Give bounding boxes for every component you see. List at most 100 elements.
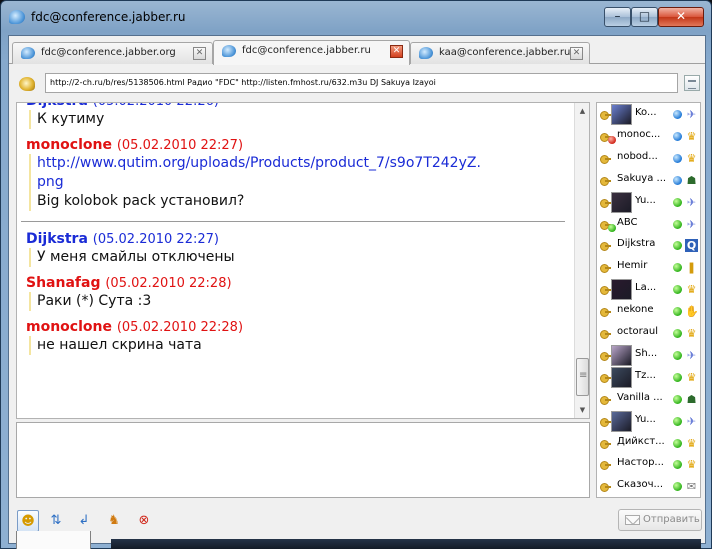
author-nick[interactable]: Dijkstra <box>26 103 88 109</box>
contact-item[interactable]: Sh... ✈ <box>597 344 700 368</box>
chat-bubble-icon <box>419 47 433 59</box>
role-key-icon <box>600 461 611 471</box>
contact-item[interactable]: Настор... ♛ <box>597 453 700 477</box>
chat-message: Dijkstra (05.02.2010 22:27) У меня смайлы… <box>17 231 573 267</box>
scroll-up-icon[interactable]: ▲ <box>575 103 589 119</box>
minimize-button[interactable]: – <box>604 7 631 27</box>
message-header: Shanafag (05.02.2010 22:28) <box>26 275 573 292</box>
contact-item[interactable]: ABC ✈ <box>597 213 700 237</box>
client-crown-icon: ♛ <box>686 129 697 143</box>
tab-bar: fdc@conference.jabber.org ✕ fdc@conferen… <box>9 40 705 65</box>
role-key-icon <box>600 198 611 208</box>
message-line: http://www.qutim.org/uploads/Products/pr… <box>29 154 573 173</box>
client-q-icon: Q <box>685 239 698 253</box>
client-area: fdc@conference.jabber.org ✕ fdc@conferen… <box>8 35 706 544</box>
contact-item[interactable]: Yu... ✈ <box>597 191 700 215</box>
status-green-icon <box>673 329 682 338</box>
message-header: Dijkstra (05.02.2010 22:26) <box>26 103 573 110</box>
author-nick[interactable]: Dijkstra <box>26 231 88 247</box>
message-line: png <box>29 173 573 192</box>
translit-icon[interactable]: ⇅ <box>45 510 67 532</box>
tab-fdc-jabber-ru[interactable]: fdc@conference.jabber.ru ✕ <box>213 40 410 65</box>
role-key-icon <box>600 373 611 383</box>
message-link[interactable]: http://www.qutim.org/uploads/Products/pr… <box>37 155 481 171</box>
smiley-icon[interactable]: ☻ <box>17 510 39 532</box>
author-nick[interactable]: Shanafag <box>26 275 100 291</box>
tab-fdc-jabber-org[interactable]: fdc@conference.jabber.org ✕ <box>12 42 213 64</box>
tab-label: fdc@conference.jabber.ru <box>242 45 371 56</box>
contact-name: nekone <box>617 304 654 316</box>
status-green-icon <box>673 394 682 404</box>
message-timestamp: (05.02.2010 22:27) <box>116 138 244 153</box>
contact-list[interactable]: Ko... ✈ monoc... ♛ nobod... ♛ Sakuya ... ☗ Yu...… <box>596 102 701 498</box>
role-key-icon <box>600 308 611 318</box>
contact-item[interactable]: Yu... ✈ <box>597 410 700 434</box>
status-green-icon <box>673 460 682 470</box>
contact-item[interactable]: octoraul ♛ <box>597 322 700 346</box>
close-window-button[interactable]: ✕ <box>658 7 704 27</box>
message-input[interactable] <box>16 422 590 498</box>
contact-item[interactable]: nekone ✋ <box>597 300 700 324</box>
client-crown-icon: ♛ <box>686 151 697 165</box>
window-title: fdc@conference.jabber.ru <box>31 10 186 24</box>
contact-item[interactable]: Сказоч... ✉ <box>597 475 700 497</box>
avatar <box>611 366 632 388</box>
chat-log[interactable]: Dijkstra (05.02.2010 22:26)К кутиму monoc… <box>16 102 590 419</box>
client-hand-icon: ✋ <box>685 305 699 319</box>
contacts-icon[interactable]: ♞ <box>103 510 125 532</box>
role-key-icon <box>600 176 611 186</box>
tab-kaa-jabber-ru[interactable]: kaa@conference.jabber.ru ✕ <box>410 42 590 64</box>
message-line: К кутиму <box>29 110 573 129</box>
contact-name: Ko... <box>635 107 657 118</box>
role-key-icon <box>600 286 611 296</box>
title-bar[interactable]: fdc@conference.jabber.ru – □ ✕ <box>1 1 712 35</box>
contact-item[interactable]: nobod... ♛ <box>597 147 700 171</box>
smiley-popup[interactable] <box>16 531 91 549</box>
status-green-icon <box>673 197 682 207</box>
clear-icon[interactable]: ⊗ <box>133 510 155 532</box>
scroll-thumb[interactable] <box>576 358 589 396</box>
send-button[interactable]: Отправить <box>618 509 702 531</box>
chat-window: fdc@conference.jabber.ru – □ ✕ fdc@confe… <box>0 0 712 549</box>
contact-item[interactable]: Hemir ❚ <box>597 256 700 280</box>
bottom-toolbar: ☻ ⇅ ↲ ♞ ⊗ Отправить <box>9 506 705 536</box>
contact-item[interactable]: monoc... ♛ <box>597 125 700 149</box>
client-bird-icon: ✈ <box>686 348 697 362</box>
tab-close-icon[interactable]: ✕ <box>193 47 206 60</box>
maximize-button[interactable]: □ <box>631 7 658 27</box>
status-blue-icon <box>673 131 682 141</box>
envelope-icon <box>625 515 640 525</box>
tab-close-icon[interactable]: ✕ <box>570 47 583 60</box>
contact-item[interactable]: Sakuya ... ☗ <box>597 169 700 193</box>
role-key-icon <box>600 264 611 274</box>
affiliation-badge-icon <box>608 135 616 144</box>
status-green-icon <box>673 438 682 448</box>
contact-item[interactable]: Ko... ✈ <box>597 103 700 127</box>
toggle-list-icon[interactable] <box>684 75 700 91</box>
contact-item[interactable]: Dijkstra Q <box>597 234 700 258</box>
contact-item[interactable]: Дийкст... ♛ <box>597 432 700 456</box>
client-crown-icon: ♛ <box>686 436 697 450</box>
message-link[interactable]: png <box>37 174 64 190</box>
contact-item[interactable]: Vanilla ... ☗ <box>597 388 700 412</box>
tab-label: fdc@conference.jabber.org <box>41 47 176 58</box>
contact-item[interactable]: Tz... ♛ <box>597 366 700 390</box>
author-nick[interactable]: monoclone <box>26 319 112 335</box>
client-crown-icon: ♛ <box>686 327 697 340</box>
quote-icon[interactable]: ↲ <box>73 510 95 532</box>
author-nick[interactable]: monoclone <box>26 137 112 153</box>
chat-message: Shanafag (05.02.2010 22:28) Раки (*) Сута… <box>17 275 573 311</box>
tab-close-icon[interactable]: ✕ <box>390 45 403 58</box>
scroll-down-icon[interactable]: ▼ <box>575 402 589 418</box>
client-grey-icon: ✉ <box>686 480 697 494</box>
chat-message: monoclone (05.02.2010 22:27) http://www.q… <box>17 137 573 211</box>
topic-field[interactable]: http://2-ch.ru/b/res/5138506.html Радио … <box>45 73 678 93</box>
contact-name: Dijkstra <box>617 238 656 250</box>
contact-name: La... <box>635 282 657 294</box>
chat-scrollbar[interactable]: ▲ ▼ <box>574 103 589 418</box>
contact-name: Tz... <box>635 369 656 381</box>
status-blue-icon <box>673 153 682 163</box>
contact-item[interactable]: La... ♛ <box>597 278 700 302</box>
contact-name: Настор... <box>617 457 664 469</box>
role-key-icon <box>600 351 611 361</box>
